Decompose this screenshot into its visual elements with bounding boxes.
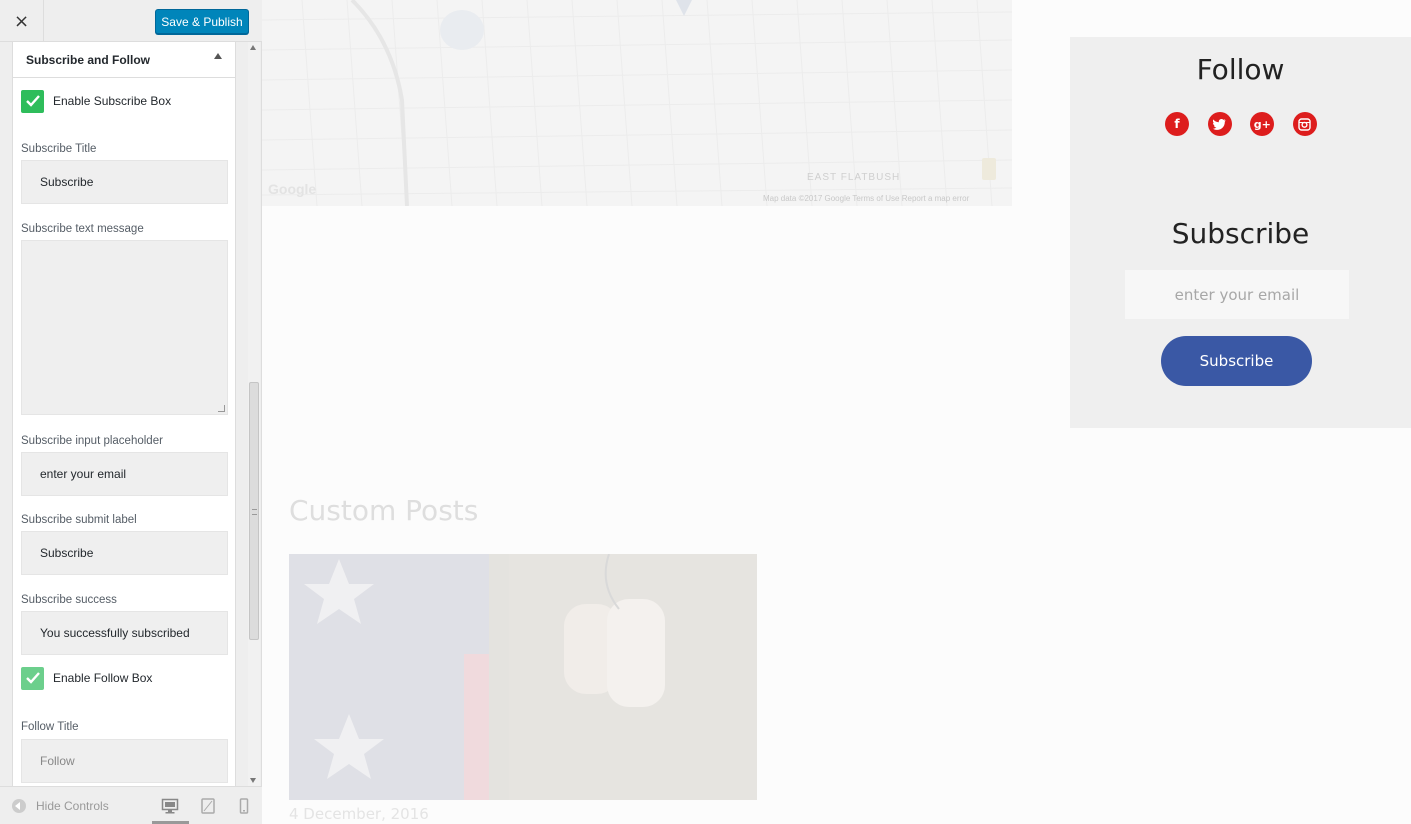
hide-controls-label: Hide Controls	[36, 799, 109, 813]
customizer-footer: Hide Controls	[0, 786, 262, 824]
mobile-preview-icon[interactable]	[235, 797, 253, 815]
google-logo: Google	[268, 181, 317, 197]
enable-follow-checkbox[interactable]	[21, 666, 44, 690]
scroll-up-arrow-icon[interactable]	[250, 45, 256, 50]
customizer-panel: Subscribe and Follow Enable Subscribe Bo…	[12, 42, 236, 786]
section-header[interactable]: Subscribe and Follow	[12, 42, 236, 78]
resize-grip-icon[interactable]	[218, 405, 225, 412]
scroll-grip-icon	[252, 509, 257, 515]
collapse-left-icon	[12, 799, 26, 813]
subscribe-title-input[interactable]: Subscribe	[21, 160, 228, 204]
dog-tags-flag-image	[289, 554, 757, 800]
subscribe-success-input[interactable]: You successfully subscribed	[21, 611, 228, 655]
enable-follow-row[interactable]: Enable Follow Box	[21, 666, 152, 690]
follow-title: Follow	[1196, 53, 1285, 86]
subscribe-success-label: Subscribe success	[21, 594, 117, 606]
site-preview: EAST FLATBUSH Google Map data ©2017 Goog…	[262, 0, 1411, 824]
collapse-arrow-icon[interactable]	[214, 53, 222, 59]
checkmark-icon	[25, 95, 40, 107]
scroll-thumb[interactable]	[249, 382, 259, 640]
subscribe-text-textarea[interactable]	[21, 240, 228, 415]
scroll-down-arrow-icon[interactable]	[250, 778, 256, 783]
enable-subscribe-row[interactable]: Enable Subscribe Box	[21, 89, 171, 113]
facebook-icon[interactable]: f	[1165, 112, 1189, 136]
checkmark-icon	[25, 672, 40, 684]
tablet-preview-icon[interactable]	[199, 797, 217, 815]
google-plus-icon[interactable]: g+	[1250, 112, 1275, 136]
subscribe-submit-label: Subscribe submit label	[21, 514, 137, 526]
follow-title-input[interactable]: Follow	[21, 739, 228, 783]
customizer-sidebar: × Save & Publish Subscribe and Follow En…	[0, 0, 262, 824]
follow-title-label: Follow Title	[21, 721, 79, 733]
subscribe-text-label: Subscribe text message	[21, 223, 144, 235]
close-customizer-button[interactable]: ×	[0, 0, 44, 42]
subscribe-title-label: Subscribe Title	[21, 143, 97, 155]
map-embed[interactable]: EAST FLATBUSH Google Map data ©2017 Goog…	[262, 0, 1012, 206]
subscribe-button[interactable]: Subscribe	[1161, 336, 1312, 386]
section-title: Subscribe and Follow	[26, 53, 151, 67]
map-district-label: EAST FLATBUSH	[807, 172, 901, 183]
enable-subscribe-label: Enable Subscribe Box	[53, 94, 172, 108]
email-input[interactable]	[1125, 270, 1349, 319]
customizer-header: × Save & Publish	[0, 0, 262, 42]
desktop-preview-icon[interactable]	[161, 797, 179, 815]
post-thumbnail[interactable]	[289, 554, 757, 800]
section-body: Enable Subscribe Box Subscribe Title Sub…	[12, 78, 236, 786]
enable-subscribe-checkbox[interactable]	[21, 89, 44, 113]
subscribe-placeholder-input[interactable]: enter your email	[21, 452, 228, 496]
enable-follow-label: Enable Follow Box	[53, 671, 153, 685]
twitter-icon[interactable]	[1207, 112, 1232, 136]
panel-scrollbar[interactable]	[248, 42, 260, 786]
subscribe-placeholder-label: Subscribe input placeholder	[21, 435, 163, 447]
save-publish-button[interactable]: Save & Publish	[155, 9, 249, 34]
hide-controls-button[interactable]: Hide Controls	[12, 799, 109, 813]
map-credit[interactable]: Map data ©2017 Google Terms of Use Repor…	[763, 194, 969, 203]
post-date: 4 December, 2016	[289, 805, 429, 823]
social-icons: f g+	[1165, 112, 1317, 136]
instagram-icon[interactable]	[1292, 112, 1317, 136]
subscribe-follow-widget: Follow f g+ Subscribe Subscribe	[1070, 37, 1411, 428]
subscribe-title: Subscribe	[1171, 217, 1310, 250]
custom-posts-heading: Custom Posts	[289, 494, 479, 527]
subscribe-submit-input[interactable]: Subscribe	[21, 531, 228, 575]
